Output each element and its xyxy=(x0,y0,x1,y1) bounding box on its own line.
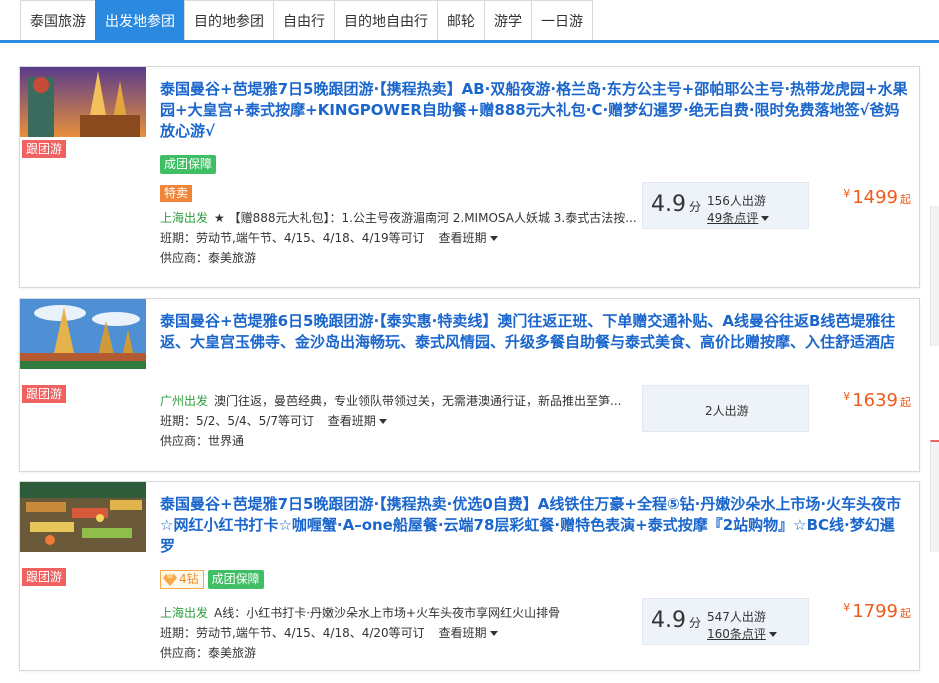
caret-down-icon xyxy=(489,631,498,636)
tour-type-tag: 跟团游 xyxy=(22,140,67,158)
badge-row: 成团保障 xyxy=(160,155,217,174)
side-banner xyxy=(930,206,939,346)
rating-unit: 分 xyxy=(689,616,702,630)
product-title[interactable]: 泰国曼谷+芭堤雅7日5晚跟团游·【携程热卖·优选0自费】A线铁住万豪+全程⑤钻·… xyxy=(160,494,909,557)
view-schedule-link[interactable]: 查看班期 xyxy=(439,626,498,640)
tour-type-tag: 跟团游 xyxy=(22,568,67,586)
supplier-name: 泰美旅游 xyxy=(208,251,257,265)
schedule-label: 班期： xyxy=(160,231,197,245)
price[interactable]: ¥1499 起 xyxy=(843,187,911,208)
caret-down-icon xyxy=(761,216,770,221)
badge-row: 4钻 成团保障 xyxy=(160,570,264,589)
supplier-label: 供应商： xyxy=(160,251,209,265)
caret-down-icon xyxy=(378,419,387,424)
highlights-line: 广州出发 澳门往返，曼芭经典，专业领队带领过关，无需港澳通行证，新品推出至笋... xyxy=(160,392,636,409)
price-currency: ¥ xyxy=(843,187,851,200)
price-value: 1639 xyxy=(852,390,898,411)
diamond-level: 4钻 xyxy=(179,572,199,586)
view-schedule-label: 查看班期 xyxy=(438,231,487,245)
traveler-count: 2人出游 xyxy=(705,404,749,418)
rating-value: 4.9 xyxy=(651,192,686,217)
product-card-2[interactable]: 跟团游 泰国曼谷+芭堤雅6日5晚跟团游·【泰实惠·特卖线】澳门往返正班、下单赠交… xyxy=(19,298,920,472)
supplier-line: 供应商：世界通 xyxy=(160,432,244,449)
guarantee-badge: 成团保障 xyxy=(160,155,217,174)
view-schedule-link[interactable]: 查看班期 xyxy=(328,414,387,428)
diamond-level-badge: 4钻 xyxy=(160,570,204,589)
special-sale-badge: 特卖 xyxy=(160,185,193,202)
price-currency: ¥ xyxy=(843,601,851,614)
side-banner-2 xyxy=(930,440,939,552)
price[interactable]: ¥1799 起 xyxy=(843,601,911,622)
view-schedule-label: 查看班期 xyxy=(438,626,487,640)
product-card-1[interactable]: 跟团游 泰国曼谷+芭堤雅7日5晚跟团游·【携程热卖】AB·双船夜游·格兰岛·东方… xyxy=(19,66,920,288)
highlights-text: 澳门往返，曼芭经典，专业领队带领过关，无需港澳通行证，新品推出至笋... xyxy=(214,394,622,408)
view-schedule-label: 查看班期 xyxy=(327,414,376,428)
traveler-count: 156人出游 xyxy=(707,194,766,208)
tour-type-tag: 跟团游 xyxy=(22,385,67,403)
guarantee-badge: 成团保障 xyxy=(207,570,264,589)
rating-score: 4.9 分 xyxy=(651,192,701,217)
schedule-line: 班期：5/2、5/4、5/7等可订 查看班期 xyxy=(160,412,387,429)
price-suffix: 起 xyxy=(900,607,911,620)
review-count: 160条点评 xyxy=(707,627,766,641)
schedule-dates: 劳动节,端午节、4/15、4/18、4/20等可订 xyxy=(196,626,425,640)
review-link[interactable]: 49条点评 xyxy=(707,209,770,226)
supplier-label: 供应商： xyxy=(160,434,209,448)
supplier-line: 供应商：泰美旅游 xyxy=(160,644,256,661)
special-row: 特卖 xyxy=(160,185,193,202)
rating-score: 4.9 分 xyxy=(651,608,701,633)
tab-destination-group[interactable]: 目的地参团 xyxy=(184,0,274,40)
schedule-dates: 5/2、5/4、5/7等可订 xyxy=(196,414,314,428)
price-suffix: 起 xyxy=(900,193,911,206)
supplier-name: 世界通 xyxy=(208,434,245,448)
departure-city: 上海出发 xyxy=(160,606,209,620)
schedule-line: 班期：劳动节,端午节、4/15、4/18、4/20等可订 查看班期 xyxy=(160,624,498,641)
traveler-count: 547人出游 xyxy=(707,610,766,624)
product-title[interactable]: 泰国曼谷+芭堤雅6日5晚跟团游·【泰实惠·特卖线】澳门往返正班、下单赠交通补贴、… xyxy=(160,311,909,353)
diamond-icon xyxy=(163,573,177,586)
caret-down-icon xyxy=(768,632,777,637)
supplier-name: 泰美旅游 xyxy=(208,646,257,660)
price[interactable]: ¥1639 起 xyxy=(843,390,911,411)
schedule-line: 班期：劳动节,端午节、4/15、4/18、4/19等可订 查看班期 xyxy=(160,229,498,246)
rating-box: 4.9 分 547人出游 160条点评 xyxy=(642,598,809,645)
product-image-palace[interactable] xyxy=(20,299,146,369)
view-schedule-link[interactable]: 查看班期 xyxy=(439,231,498,245)
supplier-label: 供应商： xyxy=(160,646,209,660)
departure-city: 广州出发 xyxy=(160,394,209,408)
product-image-floating-market[interactable] xyxy=(20,482,146,552)
tab-cruise[interactable]: 邮轮 xyxy=(437,0,485,40)
highlights-line: 上海出发 A线：小红书打卡·丹嫩沙朵水上市场+火车头夜市享网红火山排骨 xyxy=(160,604,636,621)
highlights-text: ★ 【赠888元大礼包】：1.公主号夜游湄南河 2.MIMOSA人妖城 3.泰式… xyxy=(214,211,636,225)
rating-value: 4.9 xyxy=(651,608,686,633)
tab-study-tour[interactable]: 游学 xyxy=(484,0,532,40)
schedule-label: 班期： xyxy=(160,414,197,428)
price-value: 1799 xyxy=(852,601,898,622)
highlights-text: A线：小红书打卡·丹嫩沙朵水上市场+火车头夜市享网红火山排骨 xyxy=(214,606,561,620)
product-title[interactable]: 泰国曼谷+芭堤雅7日5晚跟团游·【携程热卖】AB·双船夜游·格兰岛·东方公主号+… xyxy=(160,79,909,142)
rating-box: 4.9 分 156人出游 49条点评 xyxy=(642,182,809,229)
schedule-dates: 劳动节,端午节、4/15、4/18、4/19等可订 xyxy=(196,231,425,245)
supplier-line: 供应商：泰美旅游 xyxy=(160,249,256,266)
tab-thailand-travel[interactable]: 泰国旅游 xyxy=(20,0,96,40)
review-link[interactable]: 160条点评 xyxy=(707,625,777,642)
caret-down-icon xyxy=(489,236,498,241)
tab-departure-group[interactable]: 出发地参团 xyxy=(95,0,185,40)
tab-bar: 泰国旅游 出发地参团 目的地参团 自由行 目的地自由行 邮轮 游学 一日游 xyxy=(0,0,939,43)
rating-unit: 分 xyxy=(689,200,702,214)
review-count: 49条点评 xyxy=(707,211,759,225)
product-image-temple[interactable] xyxy=(20,67,146,137)
rating-box: 2人出游 xyxy=(642,385,809,432)
tab-destination-independent[interactable]: 目的地自由行 xyxy=(334,0,438,40)
tab-independent[interactable]: 自由行 xyxy=(273,0,335,40)
tab-day-tour[interactable]: 一日游 xyxy=(531,0,593,40)
price-currency: ¥ xyxy=(843,390,851,403)
product-card-3[interactable]: 跟团游 泰国曼谷+芭堤雅7日5晚跟团游·【携程热卖·优选0自费】A线铁住万豪+全… xyxy=(19,481,920,671)
highlights-line: 上海出发 ★ 【赠888元大礼包】：1.公主号夜游湄南河 2.MIMOSA人妖城 … xyxy=(160,209,636,226)
departure-city: 上海出发 xyxy=(160,211,209,225)
price-suffix: 起 xyxy=(900,396,911,409)
price-value: 1499 xyxy=(852,187,898,208)
schedule-label: 班期： xyxy=(160,626,197,640)
